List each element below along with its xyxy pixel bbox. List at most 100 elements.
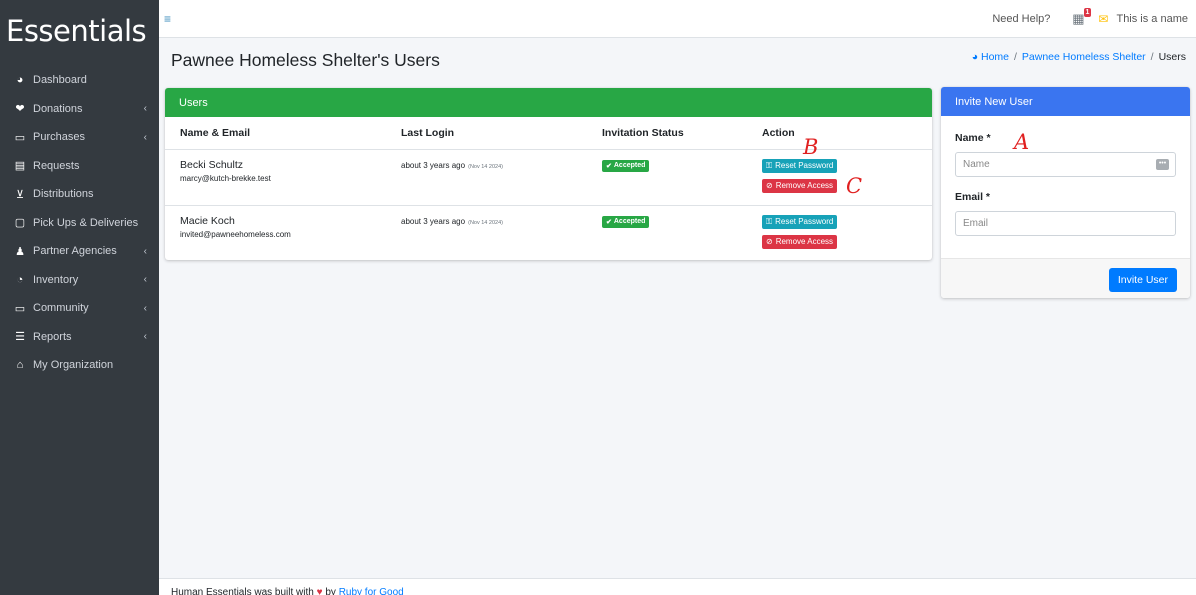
breadcrumb: ◕ Home / Pawnee Homeless Shelter / Users <box>972 51 1186 63</box>
status-text: Accepted <box>613 162 646 169</box>
ruby-for-good-link[interactable]: Ruby for Good <box>339 587 404 595</box>
name-form-group: Name * ••• <box>941 132 1190 177</box>
sidebar-item-purchases[interactable]: ▭ Purchases ‹ <box>0 123 159 152</box>
password-manager-icon[interactable]: ••• <box>1156 159 1169 170</box>
sidebar-item-label: Partner Agencies <box>33 245 117 258</box>
sidebar-item-label: Inventory <box>33 273 79 286</box>
name-input-wrap: ••• <box>955 152 1176 177</box>
users-icon: ♟ <box>15 245 25 258</box>
breadcrumb-current: Users <box>1158 51 1186 63</box>
status-text: Accepted <box>613 218 646 225</box>
sidebar-item-label: Requests <box>33 159 80 172</box>
users-table-body: Becki Schultz marcy@kutch-brekke.test abou… <box>165 149 932 261</box>
sidebar-item-label: Community <box>33 302 89 315</box>
table-row: Macie Koch invited@pawneehomeless.com abou… <box>165 205 932 261</box>
annotation-a: A <box>1014 130 1030 154</box>
user-email: invited@pawneehomeless.com <box>180 229 291 239</box>
ban-icon: ⊘ <box>766 237 773 246</box>
action-cell: ⚿ Reset Password ⊘ Remove Access <box>747 205 932 261</box>
sidebar-item-donations[interactable]: ❤ Donations ‹ <box>0 95 159 124</box>
calendar-notification-icon[interactable]: ▦ 1 <box>1070 7 1092 27</box>
calendar-icon: ▢ <box>14 217 26 230</box>
sidebar-item-reports[interactable]: ☰ Reports ‹ <box>0 323 159 352</box>
cart-icon: ⊻ <box>15 188 25 201</box>
home-icon: ⌂ <box>16 359 24 372</box>
sidebar-item-partner-agencies[interactable]: ♟ Partner Agencies ‹ <box>0 237 159 266</box>
chevron-left-icon: ‹ <box>143 302 147 314</box>
chevron-left-icon: ‹ <box>143 245 147 257</box>
sidebar-item-label: My Organization <box>33 359 114 372</box>
dashboard-icon: ◕ <box>971 51 979 63</box>
remove-access-label: Remove Access <box>775 181 834 190</box>
sidebar: Essentials ◕ Dashboard ❤ Donations ‹ ▭ Purchas… <box>0 0 159 595</box>
name-input[interactable] <box>955 152 1176 177</box>
list-icon: ☰ <box>15 331 25 344</box>
sidebar-item-inventory[interactable]: ◔ Inventory ‹ <box>0 266 159 295</box>
laptop-icon: ▭ <box>14 302 26 315</box>
sidebar-item-pick-ups-deliveries[interactable]: ▢ Pick Ups & Deliveries <box>0 209 159 238</box>
user-menu[interactable]: This is a name <box>1116 13 1188 25</box>
breadcrumb-home-label: Home <box>980 51 1009 63</box>
reset-password-label: Reset Password <box>775 217 834 226</box>
email-input[interactable] <box>955 211 1176 236</box>
status-badge: ✔ Accepted <box>602 215 650 228</box>
invite-user-button[interactable]: Invite User <box>1108 268 1177 292</box>
breadcrumb-separator: / <box>1150 51 1154 63</box>
page-title: Pawnee Homeless Shelter's Users <box>171 50 440 70</box>
invitation-status-cell: ✔ Accepted <box>587 149 747 206</box>
footer-text: Human Essentials was built with <box>171 587 314 595</box>
users-card-header: Users <box>165 88 932 117</box>
sidebar-item-label: Dashboard <box>33 74 87 87</box>
check-icon: ✔ <box>606 218 612 226</box>
sidebar-item-my-organization[interactable]: ⌂ My Organization <box>0 351 159 380</box>
ban-icon: ⊘ <box>766 181 773 190</box>
invite-user-card: Invite New User Name * ••• Email * Invit… <box>941 87 1190 298</box>
breadcrumb-separator: / <box>1014 51 1017 63</box>
file-icon: ▤ <box>14 160 26 173</box>
reset-password-button[interactable]: ⚿ Reset Password <box>762 158 838 173</box>
status-badge: ✔ Accepted <box>602 159 650 172</box>
remove-access-label: Remove Access <box>775 237 834 246</box>
name-email-cell: Macie Koch invited@pawneehomeless.com <box>165 205 386 261</box>
sidebar-item-label: Purchases <box>33 131 85 144</box>
invitation-status-cell: ✔ Accepted <box>587 205 747 261</box>
user-name: Becki Schultz <box>180 158 244 171</box>
reset-password-button[interactable]: ⚿ Reset Password <box>762 214 838 229</box>
column-header-last-login: Last Login <box>386 117 587 150</box>
remove-access-button[interactable]: ⊘ Remove Access <box>762 178 838 193</box>
sidebar-nav: ◕ Dashboard ❤ Donations ‹ ▭ Purchases ‹ ▤ Request… <box>0 66 159 380</box>
sidebar-item-label: Donations <box>33 102 83 115</box>
sidebar-item-label: Reports <box>33 330 72 343</box>
last-login-text: about 3 years ago <box>401 216 466 226</box>
menu-toggle-icon[interactable]: ≡ <box>164 13 171 25</box>
comment-icon[interactable]: ✉ <box>1098 12 1108 26</box>
last-login-text: about 3 years ago <box>401 160 466 170</box>
email-form-group: Email * <box>941 191 1190 236</box>
column-header-action: Action <box>747 117 932 150</box>
name-email-cell: Becki Schultz marcy@kutch-brekke.test <box>165 149 386 206</box>
breadcrumb-home[interactable]: ◕ Home <box>972 51 1009 63</box>
column-header-name-email: Name & Email <box>165 117 386 150</box>
column-header-invitation-status: Invitation Status <box>587 117 747 150</box>
sidebar-item-dashboard[interactable]: ◕ Dashboard <box>0 66 159 95</box>
last-login-date: (Nov 14 2024) <box>468 163 503 170</box>
need-help-link[interactable]: Need Help? <box>992 13 1050 25</box>
sidebar-item-community[interactable]: ▭ Community ‹ <box>0 294 159 323</box>
navbar-right: Need Help? ▦ 1 ✉ This is a name <box>992 7 1196 27</box>
last-login-cell: about 3 years ago (Nov 14 2024) <box>386 149 587 206</box>
heart-circle-icon: ❤ <box>15 103 25 116</box>
remove-access-button[interactable]: ⊘ Remove Access <box>762 234 838 249</box>
user-name: Macie Koch <box>180 214 235 227</box>
annotation-c: C <box>846 174 863 198</box>
sidebar-item-distributions[interactable]: ⊻ Distributions <box>0 180 159 209</box>
breadcrumb-org[interactable]: Pawnee Homeless Shelter <box>1022 51 1146 63</box>
chevron-left-icon: ‹ <box>143 103 147 115</box>
invite-card-footer: Invite User <box>941 258 1190 298</box>
notification-badge: 1 <box>1083 7 1092 17</box>
heart-icon: ♥ <box>316 587 323 595</box>
reset-password-label: Reset Password <box>775 161 834 170</box>
sidebar-item-requests[interactable]: ▤ Requests <box>0 152 159 181</box>
sidebar-item-label: Distributions <box>33 188 94 201</box>
footer-by: by <box>325 587 336 595</box>
brand-logo[interactable]: Essentials <box>0 0 159 62</box>
